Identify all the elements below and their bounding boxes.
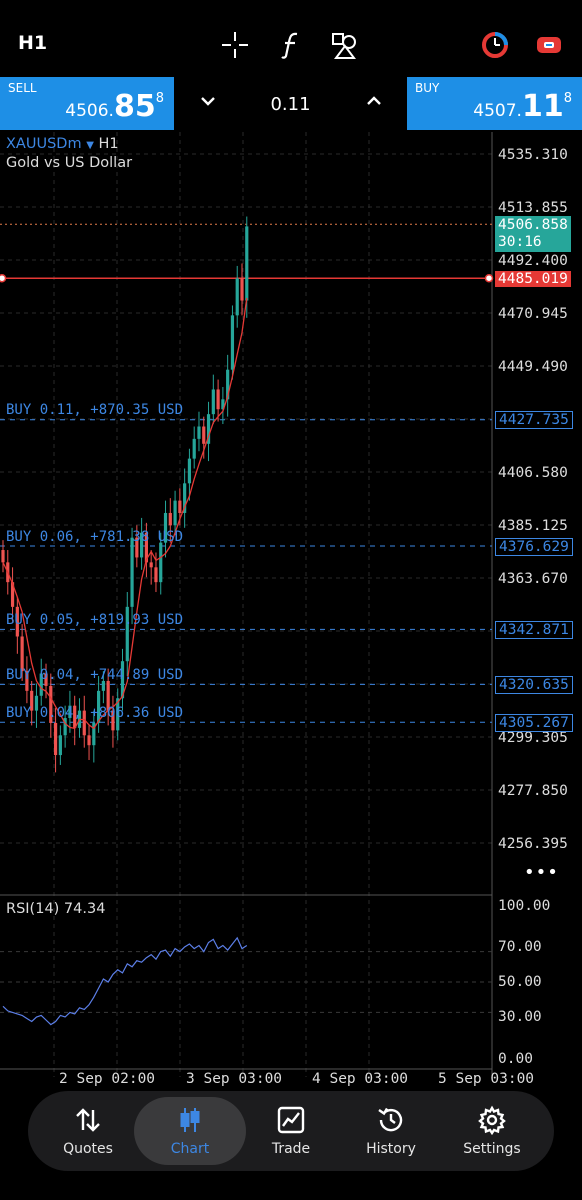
- trade-icon: [277, 1106, 305, 1134]
- rsi-label: RSI(14) 74.34: [6, 901, 106, 917]
- candle-body: [149, 562, 153, 568]
- candle-body: [20, 636, 24, 672]
- position-label[interactable]: BUY 0.04, +744.89 USD: [6, 667, 183, 683]
- date-label: 2 Sep 02:00: [59, 1071, 156, 1087]
- candle-body: [168, 512, 172, 526]
- price-label: 4256.395: [498, 836, 568, 852]
- one-click-trading-icon[interactable]: [480, 30, 510, 60]
- candle-body: [202, 426, 206, 444]
- nav-trade[interactable]: Trade: [241, 1091, 341, 1171]
- candle-body: [130, 537, 134, 607]
- quotes-icon: [76, 1108, 100, 1132]
- current-price: 4506.858: [498, 217, 568, 233]
- bottom-navigation: Quotes Chart Trade History Settings: [28, 1091, 554, 1171]
- price-label: 4449.490: [498, 359, 568, 375]
- rsi-level-label: 50.00: [498, 974, 542, 990]
- candle-body: [192, 438, 196, 459]
- current-price-box: 4506.858 30:16: [495, 216, 571, 252]
- timeframe-button[interactable]: H1: [18, 32, 47, 54]
- nav-label: History: [366, 1141, 416, 1157]
- line-handle: [484, 273, 494, 283]
- nav-quotes[interactable]: Quotes: [38, 1091, 138, 1171]
- price-label: 4406.580: [498, 465, 568, 481]
- position-label[interactable]: BUY 0.11, +870.35 USD: [6, 402, 183, 418]
- volume-control: 0.11: [174, 77, 407, 130]
- rsi-level-label: 30.00: [498, 1009, 542, 1025]
- more-icon[interactable]: •••: [524, 862, 559, 883]
- candle-body: [87, 735, 91, 746]
- position-label[interactable]: BUY 0.06, +781.38 USD: [6, 529, 183, 545]
- sell-price: 4506.858: [65, 89, 164, 124]
- nav-label: Chart: [170, 1141, 210, 1157]
- position-price: 4376.629: [495, 538, 573, 556]
- candle-body: [216, 389, 220, 410]
- crosshair-icon[interactable]: [220, 30, 250, 60]
- sell-button[interactable]: SELL 4506.858: [0, 77, 174, 130]
- rsi-level-label: 0.00: [498, 1051, 533, 1067]
- line-handle: [0, 273, 7, 283]
- position-label[interactable]: BUY 0.05, +819.93 USD: [6, 612, 183, 628]
- candle-body: [178, 500, 182, 513]
- objects-icon[interactable]: [330, 30, 360, 60]
- price-label: 4535.310: [498, 147, 568, 163]
- nav-label: Quotes: [63, 1141, 113, 1157]
- candle-body: [211, 389, 215, 415]
- candle-body: [53, 722, 58, 756]
- symbol-description: Gold vs US Dollar: [6, 155, 133, 171]
- rsi-level-label: 100.00: [498, 898, 551, 914]
- price-label: 4470.945: [498, 306, 568, 322]
- account-switch-icon[interactable]: [534, 30, 564, 60]
- price-label: 4299.305: [498, 730, 568, 746]
- red-line-price: 4485.019: [495, 271, 571, 287]
- buy-price: 4507.118: [473, 89, 572, 124]
- chart-timeframe: H1: [98, 136, 119, 152]
- candle-body: [245, 226, 249, 301]
- position-price: 4427.735: [495, 411, 573, 429]
- price-label: 4513.855: [498, 200, 568, 216]
- candle-body: [235, 278, 239, 316]
- moving-average-line: [2, 297, 248, 730]
- candle-body: [197, 426, 201, 439]
- candle-body: [58, 735, 62, 756]
- candle-body: [187, 458, 192, 484]
- candle-body: [159, 542, 163, 583]
- buy-label: BUY: [415, 81, 440, 95]
- volume-increase-icon[interactable]: [366, 95, 382, 107]
- date-label: 3 Sep 03:00: [186, 1071, 283, 1087]
- date-label: 5 Sep 03:00: [438, 1071, 535, 1087]
- nav-history[interactable]: History: [341, 1091, 441, 1171]
- position-price: 4320.635: [495, 676, 573, 694]
- price-label: 4363.670: [498, 571, 568, 587]
- symbol-name: XAUUSDm: [6, 136, 82, 152]
- candle-body: [1, 550, 5, 563]
- position-price: 4305.267: [495, 714, 573, 732]
- symbol-dropdown-icon: ▼: [86, 140, 94, 151]
- rsi-line: [2, 936, 248, 1026]
- price-label: 4385.125: [498, 518, 568, 534]
- price-label: 4277.850: [498, 783, 568, 799]
- indicators-icon[interactable]: [276, 30, 306, 60]
- candle-body: [154, 567, 158, 583]
- price-label: 4492.400: [498, 253, 568, 269]
- candle-body: [230, 315, 235, 370]
- chart-icon: [180, 1108, 200, 1132]
- settings-icon: [478, 1105, 506, 1135]
- rsi-level-label: 70.00: [498, 939, 542, 955]
- symbol-header[interactable]: XAUUSDm ▼ H1: [6, 136, 119, 152]
- date-label: 4 Sep 03:00: [312, 1071, 409, 1087]
- nav-chart[interactable]: Chart: [140, 1091, 240, 1171]
- candle-body: [240, 278, 244, 301]
- buy-button[interactable]: BUY 4507.118: [407, 77, 582, 130]
- nav-label: Settings: [463, 1141, 521, 1157]
- candle-body: [173, 500, 177, 526]
- position-label[interactable]: BUY 0.04, +806.36 USD: [6, 705, 183, 721]
- sell-label: SELL: [8, 81, 37, 95]
- history-icon: [378, 1107, 403, 1132]
- position-price: 4342.871: [495, 621, 573, 639]
- bar-countdown: 30:16: [498, 234, 542, 250]
- nav-label: Trade: [271, 1141, 311, 1157]
- price-chart[interactable]: XAUUSDm ▼ H1 Gold vs US Dollar 4535.310 …: [0, 132, 582, 1092]
- nav-settings[interactable]: Settings: [442, 1091, 542, 1171]
- top-bar: H1: [0, 0, 582, 76]
